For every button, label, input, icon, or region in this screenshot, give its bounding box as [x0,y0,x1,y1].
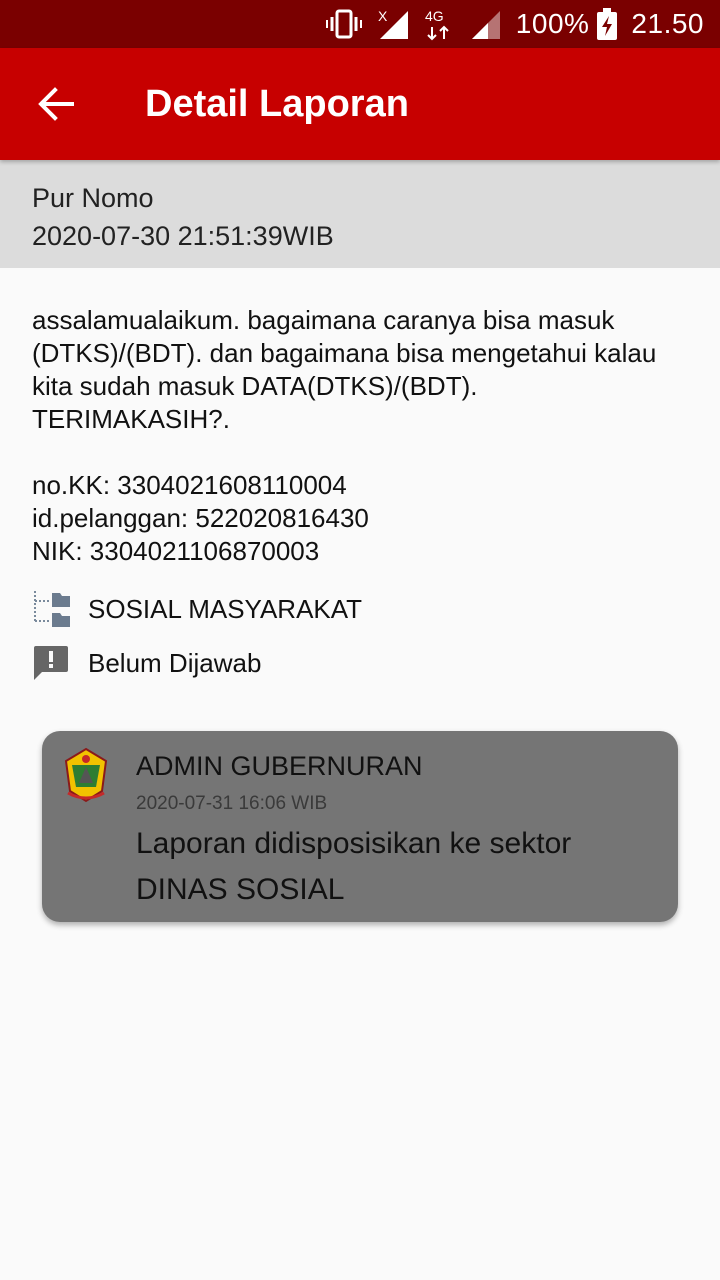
vibrate-icon [325,9,362,39]
report-status: Belum Dijawab [88,647,262,678]
status-row: Belum Dijawab [32,636,672,690]
report-body: assalamualaikum. bagaimana caranya bisa … [32,304,672,690]
reply-author: ADMIN GUBERNURAN [136,751,423,781]
clock: 21.50 [631,8,704,39]
reply-timestamp: 2020-07-31 16:06 WIB [136,793,328,814]
folder-tree-icon [32,589,72,629]
signal-no-service-icon: X [376,7,410,41]
sender-name: Pur Nomo [32,183,154,213]
report-category: SOSIAL MASYARAKAT [88,593,363,624]
report-timestamp: 2020-07-30 21:51:39WIB [32,221,334,251]
battery-percentage: 100% [515,8,590,39]
status-bar: X 4G 100% 21.50 [0,0,720,48]
reply-card: ADMIN GUBERNURAN 2020-07-31 16:06 WIB La… [42,731,678,922]
province-emblem-icon [62,747,110,803]
reply-text: Laporan didisposisikan ke sektor DINAS S… [136,827,572,906]
data-arrows-icon: 4G [424,7,454,41]
report-header: Pur Nomo 2020-07-30 21:51:39WIB [0,160,720,268]
arrow-left-icon [38,87,74,121]
battery-charging-icon [597,8,618,40]
app-bar: Detail Laporan [0,48,720,160]
category-row: SOSIAL MASYARAKAT [32,582,672,636]
network-type: 4G [425,8,444,24]
report-message: assalamualaikum. bagaimana caranya bisa … [32,305,657,566]
page-title: Detail Laporan [145,82,409,125]
signal-icon [468,7,502,41]
svg-text:X: X [378,8,388,24]
alert-message-icon [32,643,72,683]
back-button[interactable] [0,48,112,160]
